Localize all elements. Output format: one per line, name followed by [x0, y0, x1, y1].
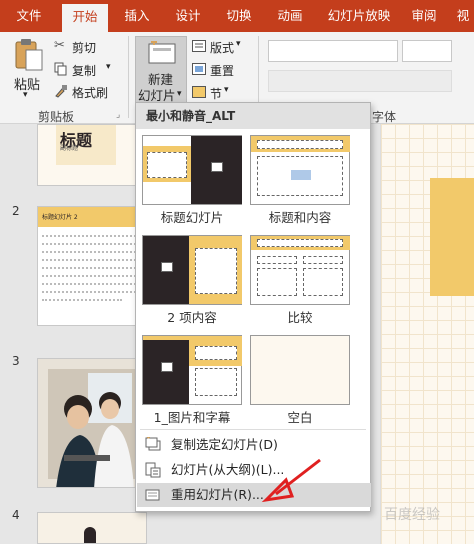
outline-icon — [145, 462, 161, 478]
placeholder — [257, 256, 297, 264]
placeholder — [303, 256, 343, 264]
content-icons — [291, 170, 311, 180]
duplicate-slide-icon — [145, 437, 161, 451]
tab-slideshow[interactable]: 幻灯片放映 — [322, 0, 396, 32]
placeholder — [257, 239, 343, 247]
layout-label: 标题幻灯片 — [160, 210, 224, 225]
new-slide-icon — [148, 41, 176, 64]
layout-label: 2 项内容 — [167, 310, 217, 325]
paste-icon[interactable] — [14, 38, 44, 72]
text-line — [42, 275, 140, 277]
photo-image — [84, 527, 96, 543]
font-name-combo[interactable] — [268, 40, 398, 62]
new-slide-button[interactable]: 新建 幻灯片 ▾ — [135, 36, 187, 106]
picture-placeholder — [161, 362, 173, 372]
slide-number: 2 — [12, 204, 20, 218]
placeholder — [195, 346, 237, 360]
picture-placeholder — [211, 162, 223, 172]
tab-view[interactable]: 视 — [452, 0, 474, 32]
copy-dropdown-icon[interactable]: ▾ — [106, 62, 111, 72]
layout-two-content[interactable] — [142, 235, 242, 305]
cut-button[interactable]: 剪切 — [72, 39, 96, 56]
reset-button[interactable]: 重置 — [210, 62, 234, 79]
placeholder — [195, 248, 237, 294]
text-line — [42, 235, 140, 237]
duplicate-slides-item[interactable]: 复制选定幻灯片(D) — [137, 433, 371, 457]
dark-panel — [143, 340, 189, 404]
placeholder — [303, 268, 343, 296]
slide-subtitle: 副标题 — [60, 145, 79, 152]
placeholder — [147, 152, 187, 178]
tab-transitions[interactable]: 切换 — [216, 0, 262, 32]
text-line — [42, 299, 122, 301]
layout-icon — [192, 40, 206, 52]
placeholder — [195, 368, 237, 396]
copy-button[interactable]: 复制 — [72, 62, 96, 79]
tab-review[interactable]: 审阅 — [404, 0, 444, 32]
layout-title-and-content[interactable] — [250, 135, 350, 205]
slide-title: 标题幻灯片 2 — [42, 214, 78, 221]
format-painter-icon — [55, 85, 67, 98]
scissors-icon: ✂ — [54, 38, 65, 53]
slides-from-outline-item[interactable]: 幻灯片(从大纲)(L)... — [137, 458, 371, 482]
new-slide-dropdown[interactable]: 最小和静音_ALT 标题幻灯片 标题和内容 2 项内容 比较 1_图片和字幕 空… — [135, 102, 371, 512]
reset-icon — [192, 63, 206, 75]
tab-design[interactable]: 设计 — [165, 0, 211, 32]
layout-label: 标题和内容 — [268, 210, 332, 225]
layout-picture-with-caption[interactable] — [142, 335, 242, 405]
menu-separator — [140, 429, 366, 430]
copy-icon — [54, 62, 67, 76]
photo-image — [38, 359, 146, 487]
chevron-down-icon[interactable]: ▾ — [224, 85, 229, 95]
canvas-accent-shape[interactable] — [430, 178, 474, 296]
slide-thumbnail-3[interactable] — [37, 358, 147, 488]
tab-file[interactable]: 文件 — [6, 0, 52, 32]
text-line — [42, 283, 140, 285]
tab-animations[interactable]: 动画 — [267, 0, 313, 32]
section-icon — [192, 86, 206, 98]
watermark: 百度经验 — [384, 507, 440, 523]
format-painter-button[interactable]: 格式刷 — [72, 84, 108, 101]
layout-blank[interactable] — [250, 335, 350, 405]
text-line — [42, 251, 140, 253]
chevron-down-icon: ▾ — [177, 89, 182, 99]
picture-placeholder — [161, 262, 173, 272]
menu-item-label: 幻灯片(从大纲)(L)... — [171, 462, 285, 477]
placeholder — [257, 268, 297, 296]
font-size-combo[interactable] — [402, 40, 452, 62]
section-button[interactable]: 节 — [210, 85, 222, 102]
dialog-launcher-icon[interactable]: ⌟ — [116, 110, 120, 120]
slide-thumbnail-4[interactable] — [37, 512, 147, 544]
layout-title-slide[interactable] — [142, 135, 242, 205]
text-line — [42, 267, 140, 269]
layout-comparison[interactable] — [250, 235, 350, 305]
tab-home[interactable]: 开始 — [62, 4, 108, 32]
ribbon-tab-bar: 文件 开始 插入 设计 切换 动画 幻灯片放映 审阅 视 — [0, 0, 474, 32]
text-line — [42, 259, 140, 261]
group-divider — [128, 36, 129, 118]
menu-item-label: 复制选定幻灯片(D) — [171, 437, 278, 452]
slide-thumbnail-1[interactable]: 标题 副标题 — [37, 124, 147, 186]
tab-insert[interactable]: 插入 — [114, 0, 160, 32]
slide-thumbnail-2[interactable]: 标题幻灯片 2 — [37, 206, 147, 326]
menu-item-label: 重用幻灯片(R)... — [171, 487, 264, 502]
chevron-down-icon[interactable]: ▾ — [23, 90, 28, 100]
font-group-label: 字体 — [372, 110, 397, 124]
clipboard-group-label: 剪贴板 — [38, 110, 75, 124]
font-format-row[interactable] — [268, 70, 452, 92]
layout-button[interactable]: 版式 — [210, 39, 234, 56]
layout-label: 比较 — [287, 310, 313, 325]
slide-number: 3 — [12, 354, 20, 368]
slide-thumbnail-pane[interactable]: 标题 副标题 2 标题幻灯片 2 3 4 — [0, 124, 148, 544]
slide-number: 4 — [12, 508, 20, 522]
chevron-down-icon[interactable]: ▾ — [236, 39, 241, 49]
layout-label: 1_图片和字幕 — [153, 410, 231, 425]
text-line — [42, 291, 140, 293]
reuse-slides-icon — [145, 489, 160, 501]
text-line — [42, 243, 140, 245]
reuse-slides-item[interactable]: 重用幻灯片(R)... — [137, 483, 371, 507]
layout-label: 空白 — [287, 410, 313, 425]
placeholder — [257, 140, 343, 149]
layout-theme-header: 最小和静音_ALT — [136, 103, 370, 129]
